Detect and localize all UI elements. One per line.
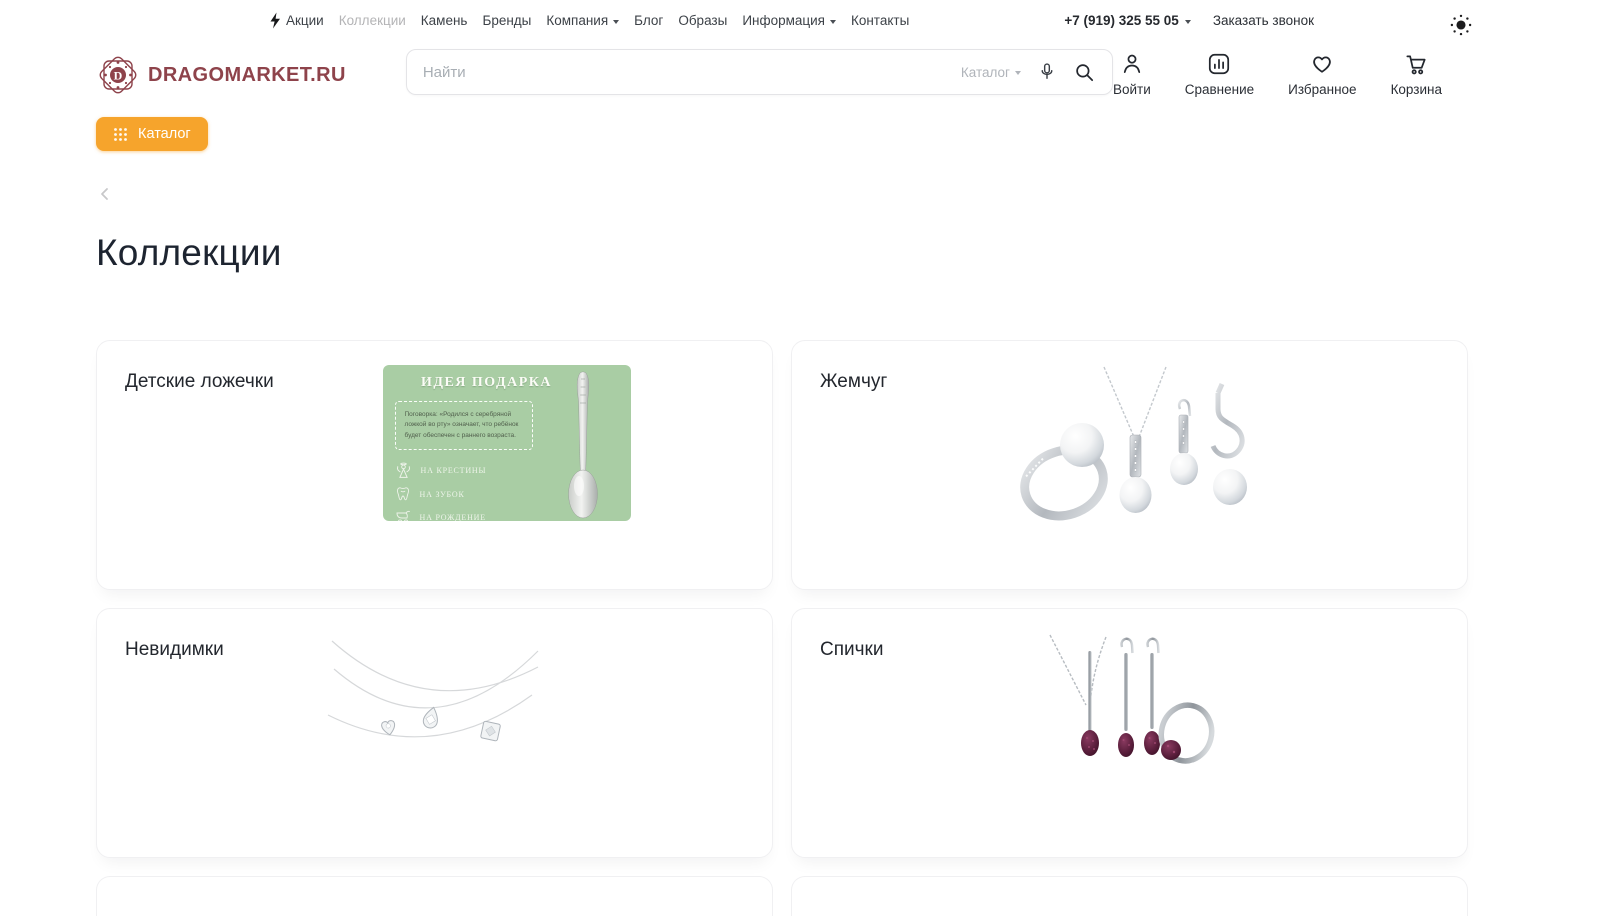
heart-icon (1309, 51, 1335, 77)
logo-letter: D (114, 69, 123, 83)
collection-card-matches[interactable]: Спички (791, 608, 1468, 858)
search-icon (1073, 61, 1096, 84)
promo-item-label: НА РОЖДЕНИЕ (420, 513, 486, 521)
match-set-image (1044, 633, 1216, 790)
page-title: Коллекции (96, 232, 1468, 274)
nav-item-company[interactable]: Компания (546, 13, 619, 28)
site-header: D DRAGOMARKET.RU Каталог (96, 45, 1468, 97)
collection-title: Детские ложечки (125, 371, 274, 393)
topbar-contact-group: +7 (919) 325 55 05 Заказать звонок (1064, 13, 1314, 28)
silver-spoon-image (561, 371, 605, 521)
page-content: Коллекции Детские ложечки ИДЕЯ ПОДАРКА П… (96, 151, 1468, 916)
chevron-down-icon (613, 20, 619, 24)
chevron-down-icon (1185, 20, 1191, 24)
compare-chart-icon (1206, 51, 1232, 77)
search-category-label: Каталог (961, 65, 1010, 80)
top-utility-bar: Акции Коллекции Камень Бренды Компания Б… (0, 0, 1606, 37)
collection-card-partial[interactable] (96, 876, 773, 916)
nav-item-blog[interactable]: Блог (634, 13, 663, 28)
collection-title: Спички (820, 639, 883, 661)
nav-item-stone[interactable]: Камень (421, 13, 468, 28)
chevron-down-icon (1015, 71, 1021, 75)
login-button[interactable]: Войти (1113, 51, 1151, 97)
grid-dots-icon (113, 127, 128, 142)
stroller-icon (395, 509, 411, 521)
collection-card-baby-spoons[interactable]: Детские ложечки ИДЕЯ ПОДАРКА Поговорка: … (96, 340, 773, 590)
nav-item-label: Компания (546, 13, 608, 28)
phone-label: +7 (919) 325 55 05 (1064, 13, 1178, 28)
nav-item-information[interactable]: Информация (742, 13, 836, 28)
tooth-icon (395, 486, 411, 502)
collection-title: Жемчуг (820, 371, 887, 393)
search-bar: Каталог (406, 49, 1113, 95)
logo-text: DRAGOMARKET.RU (148, 64, 346, 87)
nav-item-label: Бренды (482, 13, 531, 28)
collection-title: Невидимки (125, 639, 224, 661)
nav-item-label: Образы (678, 13, 727, 28)
nav-item-label: Контакты (851, 13, 909, 28)
action-label: Сравнение (1185, 82, 1254, 97)
request-call-link[interactable]: Заказать звонок (1213, 13, 1314, 28)
nav-item-label: Блог (634, 13, 663, 28)
logo-ornament-icon: D (96, 53, 140, 97)
nav-item-contacts[interactable]: Контакты (851, 13, 909, 28)
action-label: Корзина (1391, 82, 1442, 97)
phone-number[interactable]: +7 (919) 325 55 05 (1064, 13, 1190, 28)
user-icon (1119, 51, 1145, 77)
promo-item-label: НА КРЕСТИНЫ (421, 466, 487, 475)
top-navigation: Акции Коллекции Камень Бренды Компания Б… (268, 12, 909, 29)
search-input[interactable] (423, 64, 945, 81)
lightning-icon (268, 12, 281, 29)
collection-card-invisible-necklaces[interactable]: Невидимки (96, 608, 773, 858)
nav-item-brands[interactable]: Бренды (482, 13, 531, 28)
site-logo[interactable]: D DRAGOMARKET.RU (96, 53, 346, 97)
invisible-necklaces-image (326, 633, 544, 768)
search-submit-button[interactable] (1073, 61, 1096, 84)
action-label: Избранное (1288, 82, 1356, 97)
cart-button[interactable]: Корзина (1391, 51, 1442, 97)
compare-button[interactable]: Сравнение (1185, 51, 1254, 97)
nav-item-promotions[interactable]: Акции (268, 12, 324, 29)
sun-icon (1448, 12, 1474, 38)
nav-item-label: Коллекции (339, 13, 406, 28)
header-actions: Войти Сравнение Избранное Корзина (1113, 51, 1468, 97)
cart-icon (1403, 51, 1429, 77)
chevron-left-icon (96, 185, 114, 203)
search-category-select[interactable]: Каталог (961, 65, 1021, 80)
angel-icon (395, 462, 412, 479)
action-label: Войти (1113, 82, 1151, 97)
nav-item-collections[interactable]: Коллекции (339, 13, 406, 28)
gift-idea-promo-image: ИДЕЯ ПОДАРКА Поговорка: «Родился с сереб… (383, 365, 631, 521)
collection-card-pearls[interactable]: Жемчуг (791, 340, 1468, 590)
theme-toggle-button[interactable] (1448, 12, 1474, 38)
chevron-down-icon (830, 20, 836, 24)
nav-item-label: Камень (421, 13, 468, 28)
nav-item-label: Акции (286, 13, 324, 28)
pearl-set-image (1002, 365, 1258, 540)
promo-item-label: НА ЗУБОК (420, 490, 465, 499)
collections-grid: Детские ложечки ИДЕЯ ПОДАРКА Поговорка: … (96, 340, 1468, 858)
voice-search-button[interactable] (1037, 61, 1057, 83)
next-collections-row (96, 876, 1468, 916)
collection-card-partial[interactable] (791, 876, 1468, 916)
microphone-icon (1037, 61, 1057, 83)
catalog-button[interactable]: Каталог (96, 117, 208, 151)
catalog-button-label: Каталог (138, 126, 191, 142)
nav-item-label: Информация (742, 13, 825, 28)
nav-item-looks[interactable]: Образы (678, 13, 727, 28)
favorites-button[interactable]: Избранное (1288, 51, 1356, 97)
promo-quote: Поговорка: «Родился с серебряной ложкой … (395, 401, 533, 450)
back-button[interactable] (96, 185, 114, 203)
